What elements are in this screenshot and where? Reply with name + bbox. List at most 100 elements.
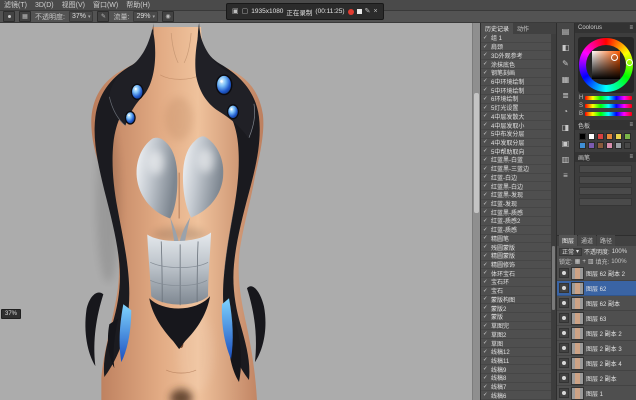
visibility-check-icon[interactable]: ✓ <box>483 375 489 381</box>
eye-icon[interactable] <box>559 373 569 383</box>
visibility-check-icon[interactable]: ✓ <box>483 331 489 337</box>
layer-thumbnail[interactable] <box>571 312 584 325</box>
eye-icon[interactable] <box>559 358 569 368</box>
list-item[interactable]: ✓ 精圆蒙版 <box>481 252 551 261</box>
list-item[interactable]: ✓ 线稿9 <box>481 365 551 374</box>
pen-icon[interactable]: ✎ <box>365 8 371 15</box>
visibility-check-icon[interactable]: ✓ <box>483 357 489 363</box>
list-item[interactable]: ✓ 残圆蒙版 <box>481 243 551 252</box>
color-swatch[interactable] <box>606 133 613 140</box>
list-item[interactable]: ✓ 宝石环 <box>481 278 551 287</box>
visibility-check-icon[interactable]: ✓ <box>483 105 489 111</box>
list-item[interactable]: ✓ 线稿7 <box>481 383 551 392</box>
visibility-check-icon[interactable]: ✓ <box>483 305 489 311</box>
visibility-check-icon[interactable]: ✓ <box>483 288 489 294</box>
list-item[interactable]: ✓ 线稿12 <box>481 348 551 357</box>
blend-mode-dropdown[interactable]: 正常 ▾ <box>559 248 582 256</box>
color-wheel[interactable] <box>578 37 634 93</box>
canvas-vertical-scrollbar[interactable] <box>472 23 480 400</box>
panel-icon[interactable]: ≣ <box>560 90 572 101</box>
flow-dropdown[interactable]: 29% ▾ <box>133 11 158 22</box>
color-swatch[interactable] <box>597 142 604 149</box>
visibility-check-icon[interactable]: ✓ <box>483 113 489 119</box>
menu-item[interactable]: 3D(D) <box>35 2 54 9</box>
list-item[interactable]: ✓ 涂抹底色 <box>481 60 551 69</box>
list-item[interactable]: ✓ 3D外观参考 <box>481 51 551 60</box>
list-item[interactable]: ✓ 6环境绘制 <box>481 95 551 104</box>
eye-icon[interactable] <box>559 313 569 323</box>
visibility-check-icon[interactable]: ✓ <box>483 174 489 180</box>
coolorus-tab[interactable]: Coolorus <box>578 25 602 31</box>
visibility-check-icon[interactable]: ✓ <box>483 87 489 93</box>
visibility-check-icon[interactable]: ✓ <box>483 218 489 224</box>
visibility-check-icon[interactable]: ✓ <box>483 262 489 268</box>
stop-icon[interactable] <box>357 9 362 14</box>
visibility-check-icon[interactable]: ✓ <box>483 296 489 302</box>
airbrush-icon[interactable]: ◉ <box>162 11 174 22</box>
hsb-slider-bar[interactable] <box>585 104 632 108</box>
menu-item[interactable]: 窗口(W) <box>93 0 118 10</box>
visibility-check-icon[interactable]: ✓ <box>483 270 489 276</box>
visibility-check-icon[interactable]: ✓ <box>483 314 489 320</box>
list-item[interactable]: ✓ 6中环境绘制 <box>481 78 551 87</box>
brush-panel-toggle-icon[interactable]: ▦ <box>19 11 31 22</box>
hsb-slider-bar[interactable] <box>585 96 632 100</box>
visibility-check-icon[interactable]: ✓ <box>483 392 489 398</box>
panel-icon[interactable]: ◔ <box>560 106 572 117</box>
list-item[interactable]: ✓ 组 1 <box>481 34 551 43</box>
eye-icon[interactable] <box>559 328 569 338</box>
layer-thumbnail[interactable] <box>571 387 584 400</box>
menu-item[interactable]: 视图(V) <box>62 0 85 10</box>
color-swatch[interactable] <box>579 133 586 140</box>
visibility-check-icon[interactable]: ✓ <box>483 61 489 67</box>
list-item[interactable]: ✓ 线稿8 <box>481 374 551 383</box>
tab-paths[interactable]: 路径 <box>597 235 615 246</box>
list-item[interactable]: ✓ 红蓝黑-白边 <box>481 182 551 191</box>
list-item[interactable]: ✓ 红蓝黑-发现 <box>481 191 551 200</box>
visibility-check-icon[interactable]: ✓ <box>483 157 489 163</box>
layer-row[interactable]: 图层 1 <box>557 386 636 400</box>
visibility-check-icon[interactable]: ✓ <box>483 235 489 241</box>
eye-icon[interactable] <box>559 268 569 278</box>
list-item[interactable]: ✓ 红蓝黑-三蓝边 <box>481 165 551 174</box>
eye-icon[interactable] <box>559 388 569 398</box>
layer-row[interactable]: 图层 2 副本 2 <box>557 326 636 341</box>
hsb-slider-row[interactable]: H <box>575 95 636 101</box>
eye-icon[interactable] <box>559 343 569 353</box>
layer-row[interactable]: 图层 2 副本 3 <box>557 341 636 356</box>
panel-menu-icon[interactable]: ≡ <box>629 25 633 31</box>
list-item[interactable]: ✓ 5灯光设置 <box>481 104 551 113</box>
panel-icon[interactable]: ◨ <box>560 122 572 133</box>
lock-all-icon[interactable]: ▥ <box>588 259 594 265</box>
tab-channels[interactable]: 通道 <box>578 235 596 246</box>
panel-icon[interactable]: ▣ <box>560 138 572 149</box>
lock-transparency-icon[interactable]: ▦ <box>575 259 581 265</box>
pressure-opacity-icon[interactable]: ✎ <box>97 11 109 22</box>
layer-row[interactable]: 图层 62 副本 <box>557 296 636 311</box>
layer-row[interactable]: 图层 63 <box>557 311 636 326</box>
list-item[interactable]: ✓ 红蓝黑-白蓝 <box>481 156 551 165</box>
list-item[interactable]: ✓ 精圆修饰 <box>481 261 551 270</box>
swatches-tab[interactable]: 色板 <box>578 121 590 130</box>
list-item[interactable]: ✓ 线稿6 <box>481 391 551 400</box>
visibility-check-icon[interactable]: ✓ <box>483 192 489 198</box>
layer-row[interactable]: 图层 62 <box>557 281 636 296</box>
layer-thumbnail[interactable] <box>571 342 584 355</box>
visibility-check-icon[interactable]: ✓ <box>483 70 489 76</box>
panel-menu-icon[interactable]: ≡ <box>629 122 633 128</box>
visibility-check-icon[interactable]: ✓ <box>483 96 489 102</box>
list-item[interactable]: ✓ 草图2 <box>481 330 551 339</box>
visibility-check-icon[interactable]: ✓ <box>483 253 489 259</box>
list-item[interactable]: ✓ 红蓝-质感 <box>481 226 551 235</box>
visibility-check-icon[interactable]: ✓ <box>483 166 489 172</box>
menu-item[interactable]: 帮助(H) <box>126 0 150 10</box>
layer-row[interactable]: 图层 2 副本 <box>557 371 636 386</box>
record-dot-icon[interactable] <box>348 9 354 15</box>
hsb-slider-row[interactable]: B <box>575 111 636 117</box>
color-swatch[interactable] <box>606 142 613 149</box>
list-item[interactable]: ✓ 红蓝-白边 <box>481 174 551 183</box>
hue-cursor[interactable] <box>626 59 633 66</box>
panel-icon[interactable]: ≡ <box>560 170 572 181</box>
visibility-check-icon[interactable]: ✓ <box>483 148 489 154</box>
color-swatch[interactable] <box>615 142 622 149</box>
